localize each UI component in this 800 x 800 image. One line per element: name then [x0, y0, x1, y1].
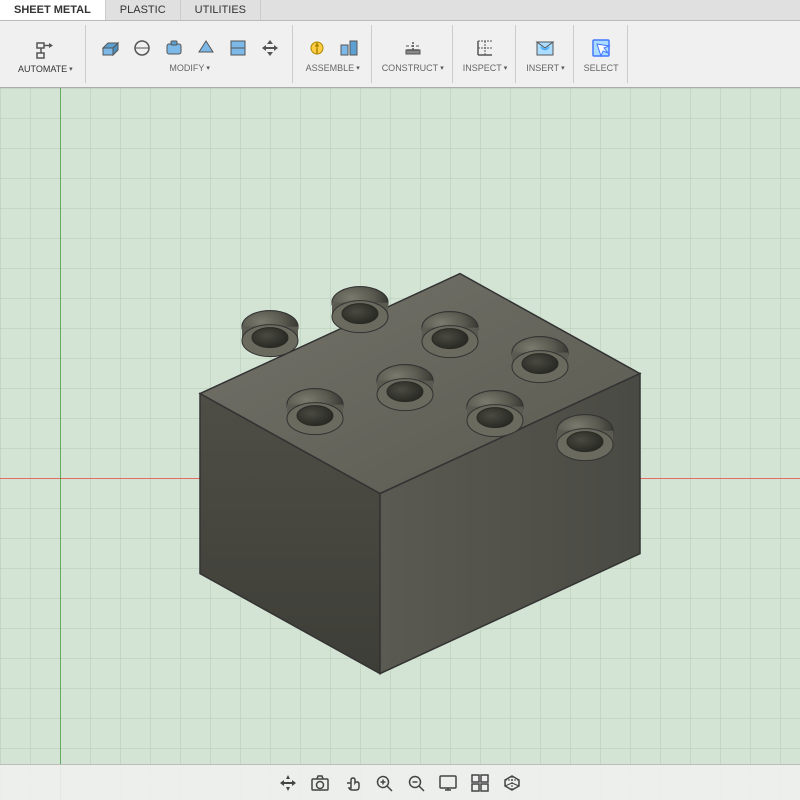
group-assemble: ASSEMBLE ▾	[295, 25, 372, 83]
construct1-button[interactable]	[399, 36, 427, 60]
select-button[interactable]	[587, 36, 615, 60]
shape1-button[interactable]	[128, 36, 156, 60]
brick-svg	[120, 214, 680, 694]
group-inspect: INSPECT ▾	[455, 25, 517, 83]
axis-vertical	[60, 88, 61, 800]
insert-icons	[531, 36, 559, 60]
assemble2-icon	[339, 38, 359, 58]
modify-icons	[96, 36, 284, 60]
inspect-icons	[471, 36, 499, 60]
statusbar-move-icon[interactable]	[277, 772, 299, 794]
statusbar-zoom-fit-icon[interactable]	[405, 772, 427, 794]
statusbar-grid-icon[interactable]	[469, 772, 491, 794]
inspect1-button[interactable]	[471, 36, 499, 60]
move-transform-button[interactable]	[256, 36, 284, 60]
tab-bar: SHEET METAL PLASTIC UTILITIES	[0, 0, 800, 21]
insert-label: INSERT ▾	[526, 63, 564, 73]
group-insert: INSERT ▾	[518, 25, 573, 83]
automate-icon	[31, 35, 59, 63]
assemble1-button[interactable]	[303, 36, 331, 60]
group-modify: MODIFY ▾	[88, 25, 293, 83]
inspect1-icon	[475, 38, 495, 58]
statusbar-cube-icon[interactable]	[501, 772, 523, 794]
statusbar-zoom-in-icon[interactable]	[373, 772, 395, 794]
move-icon	[260, 38, 280, 58]
construct-icons	[399, 36, 427, 60]
group-select: SELECT	[576, 25, 628, 83]
group-automate: AUTOMATE ▾	[6, 25, 86, 83]
shape1-icon	[132, 38, 152, 58]
assemble1-icon	[307, 38, 327, 58]
assemble-label: ASSEMBLE ▾	[306, 63, 360, 73]
modify-label: MODIFY ▾	[169, 63, 210, 73]
select-label: SELECT	[584, 63, 619, 73]
extrude-icon	[100, 38, 120, 58]
shape4-button[interactable]	[224, 36, 252, 60]
statusbar-hand-icon[interactable]	[341, 772, 363, 794]
select-icon	[591, 38, 611, 58]
viewport[interactable]	[0, 88, 800, 800]
extrude-button[interactable]	[96, 36, 124, 60]
toolbar: SHEET METAL PLASTIC UTILITIES AUTOMATE	[0, 0, 800, 88]
statusbar	[0, 764, 800, 800]
statusbar-camera-icon[interactable]	[309, 772, 331, 794]
automate-button[interactable]: AUTOMATE ▾	[14, 33, 77, 76]
select-icons	[587, 36, 615, 60]
construct1-icon	[403, 38, 423, 58]
ribbon: AUTOMATE ▾	[0, 21, 800, 87]
insert1-button[interactable]	[531, 36, 559, 60]
shape3-icon	[196, 38, 216, 58]
construct-label: CONSTRUCT ▾	[382, 63, 444, 73]
tab-utilities[interactable]: UTILITIES	[181, 0, 261, 20]
automate-label: AUTOMATE ▾	[18, 64, 73, 74]
inspect-label: INSPECT ▾	[463, 63, 508, 73]
tab-sheet-metal[interactable]: SHEET METAL	[0, 0, 106, 20]
shape4-icon	[228, 38, 248, 58]
insert1-icon	[535, 38, 555, 58]
group-construct: CONSTRUCT ▾	[374, 25, 453, 83]
brick-scene	[120, 214, 680, 694]
shape2-icon	[164, 38, 184, 58]
assemble2-button[interactable]	[335, 36, 363, 60]
assemble-icons	[303, 36, 363, 60]
shape3-button[interactable]	[192, 36, 220, 60]
shape2-button[interactable]	[160, 36, 188, 60]
statusbar-display-icon[interactable]	[437, 772, 459, 794]
tab-plastic[interactable]: PLASTIC	[106, 0, 181, 20]
